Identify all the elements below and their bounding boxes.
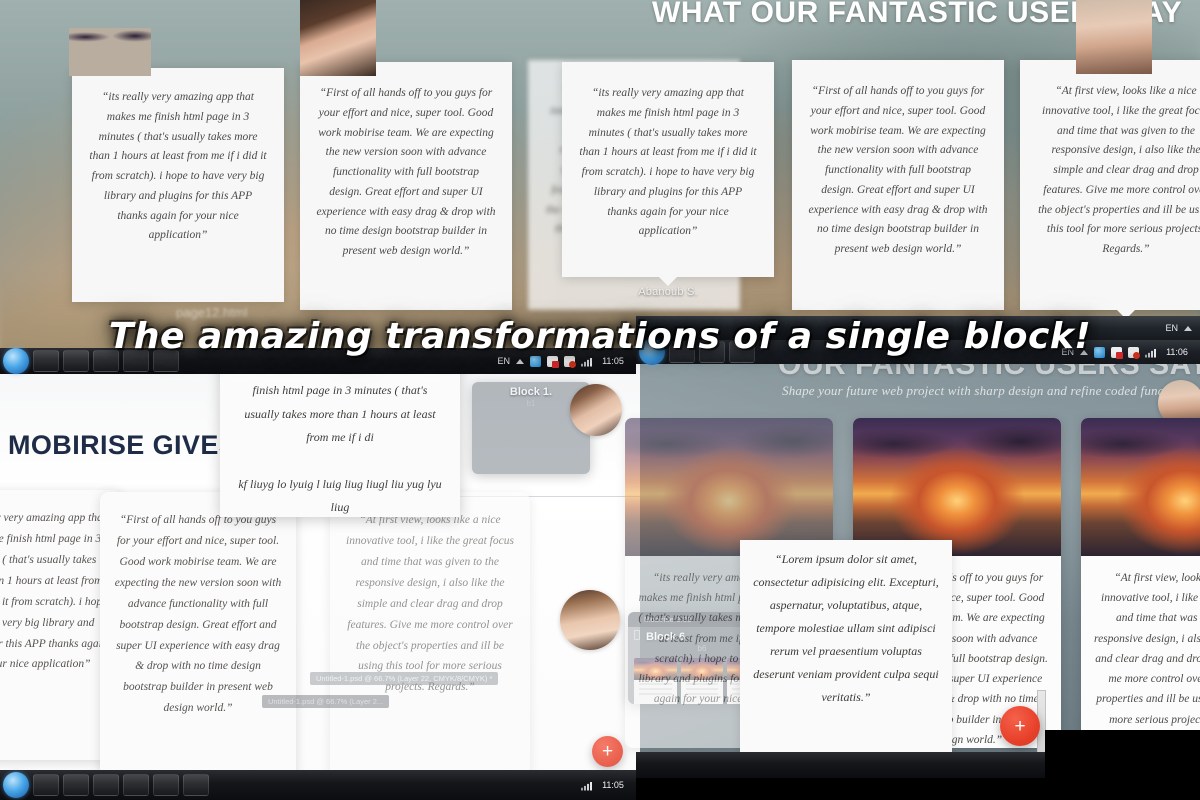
taskbar-button[interactable] [183,774,209,796]
note-card-text: “its really very amazing app that makes … [236,360,445,515]
clock[interactable]: 11:06 [1162,347,1192,357]
notification-icon[interactable] [547,355,559,368]
portrait-image [560,590,620,650]
sunset-photo [625,418,833,556]
avatar [560,590,620,650]
lorem-card-text: “Lorem ipsum dolor sit amet, consectetur… [753,552,939,705]
testimonial-quote: “At first view, looks like a nice innova… [1038,85,1200,256]
testimonial-quote: “its really very amazing app that makes … [579,87,757,238]
system-tray[interactable]: 11:05 [581,780,636,791]
windows-taskbar[interactable]: EN 11:05 [0,348,636,374]
notification-icon[interactable] [1111,346,1123,359]
mobirise-gives-strong: MOBIRISE GIVES [8,430,245,460]
start-button-icon[interactable] [639,339,665,365]
testimonial-quote: “its really very amazing app that makes … [89,91,267,242]
browser-icon[interactable] [1094,346,1105,358]
gallery-card[interactable]: “At first view, looks like a nice innova… [1081,418,1200,748]
windows-taskbar[interactable]: 11:05 [0,770,636,800]
start-button-icon[interactable] [3,772,29,798]
network-icon[interactable] [581,356,592,367]
testimonial-quote: “First of all hands off to you guys for … [114,514,282,715]
language-indicator[interactable]: EN [497,356,510,366]
taskbar-button[interactable] [33,774,59,796]
taskbar-button[interactable] [93,774,119,796]
language-indicator[interactable]: EN [1061,347,1074,357]
testimonial-card[interactable]: “At first view, looks like a nice innova… [1020,0,1200,332]
language-indicator[interactable]: EN [1165,323,1178,333]
system-tray[interactable]: EN 11:06 [1061,346,1200,359]
card-pointer-triangle [659,277,677,286]
clock[interactable]: 11:05 [598,356,628,366]
portrait-image [300,0,376,76]
floating-note-card[interactable]: “its really very amazing app that makes … [220,352,460,517]
portrait-image [570,384,622,436]
file-label-hint: page12.html [176,305,248,320]
browser-icon[interactable] [530,355,541,367]
system-tray[interactable]: EN [1165,323,1200,333]
chevron-up-icon[interactable] [516,358,524,364]
clock[interactable]: 11:05 [598,780,628,790]
chevron-up-icon[interactable] [1080,349,1088,355]
testimonial-card[interactable]: “First of all hands off to you guys for … [792,60,1004,310]
sunset-thumbnail [69,28,151,76]
testimonial-quote: “At first view, looks like a nice innova… [346,514,514,694]
system-tray[interactable]: EN 11:05 [497,355,636,368]
taskbar-button[interactable] [123,774,149,796]
windows-taskbar[interactable]: EN 11:06 [636,339,1200,365]
taskbar-button[interactable] [63,350,89,372]
antivirus-icon[interactable] [1128,346,1140,359]
testimonial-quote: “First of all hands off to you guys for … [316,87,496,258]
taskbar-button[interactable] [123,350,149,372]
windows-taskbar[interactable]: EN [636,316,1200,340]
taskbar-button[interactable] [729,341,755,363]
taskbar-button[interactable] [33,350,59,372]
portrait-image [1076,0,1152,74]
network-icon[interactable] [581,780,592,791]
screen-edge-fill [1045,730,1200,800]
taskbar-button[interactable] [153,350,179,372]
avatar [1076,0,1152,74]
chevron-up-icon[interactable] [1184,325,1192,331]
taskbar-button[interactable] [699,341,725,363]
taskbar-button[interactable] [669,341,695,363]
lorem-text-card[interactable]: “Lorem ipsum dolor sit amet, consectetur… [740,540,952,760]
testimonial-card[interactable]: “First of all hands off to you guys for … [300,0,512,310]
network-icon[interactable] [1145,347,1156,358]
page-subtitle: Shape your future web project with sharp… [782,383,1194,398]
add-block-button[interactable]: + [592,736,623,767]
photoshop-title-hint: Untitled-1.psd @ 66.7% (Layer 22, CMYK/8… [310,672,499,685]
start-button-icon[interactable] [3,348,29,374]
testimonial-card[interactable]: “its really very amazing app that makes … [562,62,774,298]
avatar [570,384,622,436]
testimonial-author: Abanoub S. [638,286,698,298]
avatar [300,0,376,76]
sunset-photo [853,418,1061,556]
testimonial-card-rounded[interactable]: “First of all hands off to you guys for … [100,492,296,780]
antivirus-icon[interactable] [564,355,576,368]
taskbar-button[interactable] [153,774,179,796]
gallery-card-quote: “At first view, looks like a nice innova… [1094,572,1200,726]
taskbar-button[interactable] [93,350,119,372]
testimonial-card-rounded[interactable]: “At first view, looks like a nice innova… [330,492,530,780]
add-block-button[interactable]: + [1000,706,1040,746]
sunset-photo [1081,418,1200,556]
taskbar-button[interactable] [63,774,89,796]
photoshop-title-hint: Untitled-1.psd @ 66.7% (Layer 2... [262,695,390,708]
testimonial-card[interactable]: “its really very amazing app that makes … [69,28,284,302]
testimonial-quote: “First of all hands off to you guys for … [808,85,988,256]
